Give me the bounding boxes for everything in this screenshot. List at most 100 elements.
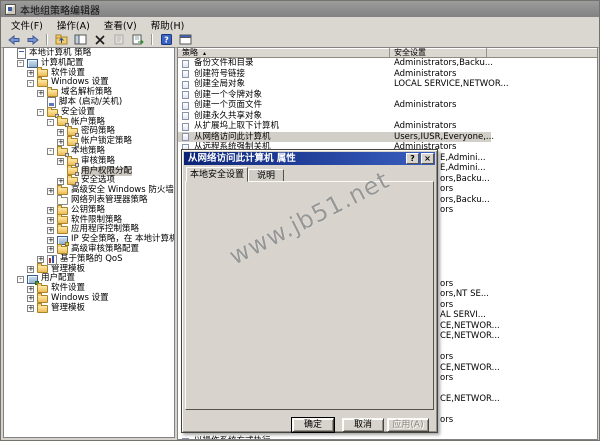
tree-item[interactable]: - 用户配置 [4,274,174,285]
column-header-filler [487,48,597,58]
expander-icon[interactable]: + [47,246,54,254]
expander-icon[interactable]: - [17,60,24,68]
toolbar-separator [151,34,153,45]
folder-icon [37,263,48,274]
menu-item[interactable]: 文件(F) [4,17,50,33]
expander-icon[interactable]: + [37,89,44,97]
ok-button[interactable]: 确定 [292,418,334,432]
security-setting-cell: ors,Backu... [440,194,490,205]
console-icon [17,48,26,60]
tab-local-security-setting[interactable]: 本地安全设置 [186,167,248,182]
policy-doc-icon [182,101,189,110]
expander-icon[interactable]: - [27,79,34,87]
policy-doc-icon [182,80,189,89]
list-row[interactable]: 创建全局对象 LOCAL SERVICE,NETWOR... [178,79,597,90]
list-row[interactable]: 从扩展坞上取下计算机 Administrators [178,121,597,132]
new-window-icon[interactable] [177,33,194,46]
security-setting-cell: LOCAL SERVICE,NETWOR... [394,79,509,89]
tree-item[interactable]: + 管理模板 [4,263,174,275]
security-setting-cell: ors [440,352,454,362]
policy-name-cell: 创建全局对象 [194,79,246,89]
menu-item[interactable]: 查看(V) [97,17,144,33]
policy-doc-icon [182,70,189,78]
back-icon[interactable] [5,33,22,46]
policy-name-cell: 创建一个页面文件 [194,100,263,110]
menu-item[interactable]: 操作(A) [50,17,97,33]
security-setting-cell: CE,NETWOR... [440,320,500,331]
list-row[interactable]: 以操作系统方式执行 [178,436,597,439]
list-row[interactable]: 创建永久共享对象 [178,111,597,122]
policy-doc-icon [182,122,189,131]
expander-icon[interactable]: + [47,216,54,224]
tree-item[interactable]: + 基于策略的 QoS [4,254,174,265]
console-tree-panel: 本地计算机 策略 - 计算机配置 + 软件设置 - Windows 设置 + 域名解析策略 脚本 … [3,47,175,438]
policy-name-cell: 创建一个令牌对象 [194,89,263,100]
window-title: 本地组策略编辑器 [20,5,100,17]
folder-icon [57,204,68,215]
expander-icon[interactable]: + [27,305,34,313]
column-header-policy[interactable]: 策略 ▴ [178,48,390,58]
security-setting-cell: E,Admini... [440,163,486,173]
list-row[interactable]: 备份文件和目录 Administrators,Backu... [178,58,597,69]
tree-item[interactable]: + 管理模板 [4,302,174,314]
tree-item[interactable]: + Windows 设置 [4,292,174,304]
policy-doc-icon [182,133,189,141]
forward-icon[interactable] [24,33,41,46]
delete-icon[interactable] [91,33,108,46]
expander-icon[interactable]: + [57,158,64,166]
list-row[interactable]: 从网络访问此计算机 Users,IUSR,Everyone,... [178,131,597,142]
cancel-button[interactable]: 取消 [342,418,384,432]
expander-icon[interactable]: - [47,118,54,126]
folder-lock-icon [67,155,79,167]
toolbar-separator [46,34,48,45]
expander-icon[interactable]: + [27,69,34,77]
folder-icon [57,243,68,254]
expander-icon[interactable]: + [47,187,54,195]
up-one-level-icon[interactable] [53,33,70,46]
expander-icon[interactable]: + [47,207,54,215]
folder-lock-icon [57,116,69,128]
expander-icon[interactable]: + [57,138,64,146]
dialog-help-icon[interactable]: ? [406,153,419,164]
expander-icon[interactable]: - [17,275,24,283]
expander-icon[interactable]: + [57,177,64,185]
folder-lock-icon [67,126,79,138]
folder-plain-icon [57,194,68,205]
folder-icon [47,87,58,98]
expander-icon[interactable]: + [27,285,34,293]
menu-item[interactable]: 帮助(H) [144,17,192,33]
show-console-tree-icon[interactable] [72,33,89,46]
folder-lock-icon [67,136,79,148]
folder-icon [37,292,48,303]
security-setting-cell: CE,NETWOR... [440,394,500,404]
folder-lock-icon [67,165,79,177]
security-setting-cell: ors,NT SE... [440,289,489,299]
security-setting-cell: E,Admini... [440,152,486,163]
expander-icon[interactable]: - [37,109,44,117]
expander-icon[interactable]: - [47,148,54,156]
expander-icon[interactable]: + [57,128,64,136]
export-list-icon[interactable] [129,33,146,46]
tree-item[interactable]: - 计算机配置 [4,58,174,69]
dialog-tab-page [185,181,434,410]
list-row[interactable]: 创建一个令牌对象 [178,90,597,101]
list-row[interactable]: 创建符号链接 Administrators [178,69,597,80]
security-setting-cell: Users,IUSR,Everyone,... [394,131,495,142]
folder-icon [37,283,48,294]
tree-item[interactable]: 本地计算机 策略 [4,48,174,60]
expander-icon[interactable]: + [47,226,54,234]
apply-button: 应用(A) [387,418,429,432]
folder-lock-icon [67,175,79,187]
expander-icon[interactable]: + [27,295,34,303]
help-icon[interactable]: ? [158,33,175,46]
expander-icon[interactable]: + [27,265,34,273]
expander-icon[interactable]: + [37,256,44,264]
list-row[interactable]: 创建一个页面文件 Administrators [178,100,597,111]
properties-dialog: 从网络访问此计算机 属性 ? × 本地安全设置 说明 从网络访问此计算机 Adm… [181,149,438,433]
column-header-setting[interactable]: 安全设置 [390,48,487,58]
folder-icon [57,224,68,235]
policy-name-cell: 创建符号链接 [194,68,246,79]
expander-icon[interactable]: + [47,236,54,244]
toolbar: ? [1,32,599,48]
dialog-close-icon[interactable]: × [421,153,434,164]
